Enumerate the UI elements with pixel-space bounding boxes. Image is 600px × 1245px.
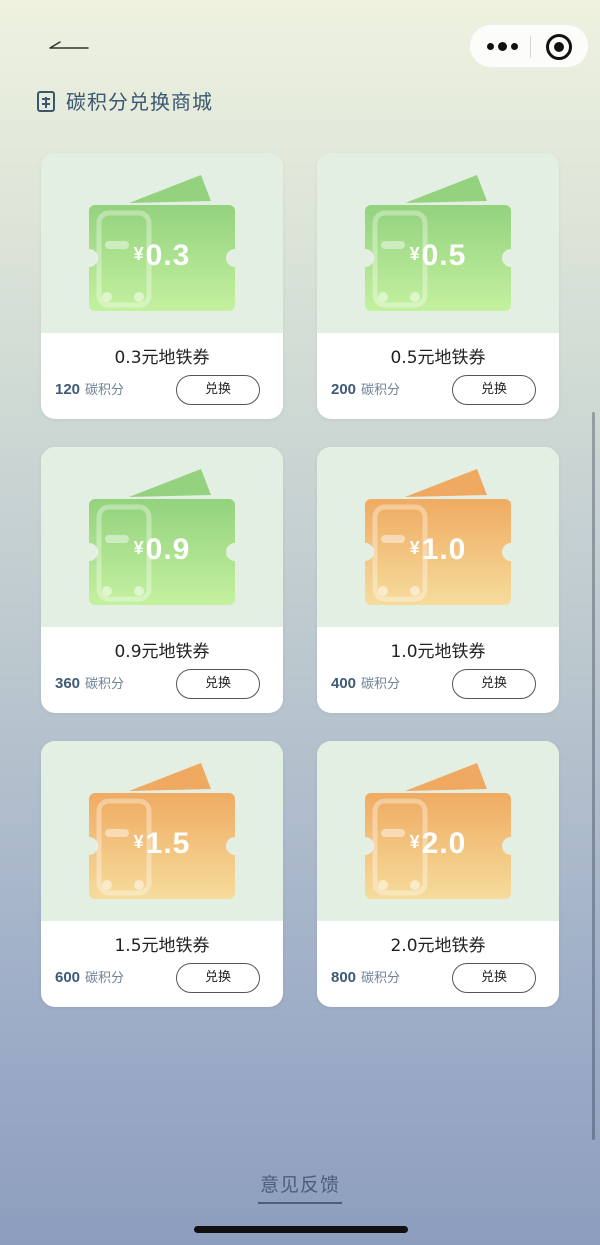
feedback-link[interactable]: 意见反馈 [257,1170,342,1204]
ticket-illustration: ¥1.5 [41,741,283,921]
product-card[interactable]: ¥0.9 0.9元地铁券 360 碳积分 兑换 [41,447,283,713]
points-cost: 200 碳积分 [331,381,401,398]
ticket-illustration: ¥0.5 [317,153,559,333]
points-cost: 600 碳积分 [55,969,125,986]
ticket-illustration: ¥2.0 [317,741,559,921]
back-arrow-icon [49,41,89,49]
exchange-button[interactable]: 兑换 [452,669,536,699]
feedback-area: 意见反馈 [0,1170,600,1204]
ticket-amount: ¥2.0 [409,827,467,860]
back-button[interactable] [44,30,96,64]
ticket-amount: ¥0.5 [409,239,467,272]
product-name: 1.5元地铁券 [114,936,210,956]
exchange-button[interactable]: 兑换 [176,963,260,993]
product-name: 0.5元地铁券 [390,348,486,368]
page-header: 碳积分兑换商城 [36,86,213,115]
ticket-amount: ¥0.9 [133,533,191,566]
scrollbar[interactable] [592,412,595,1140]
more-dots-icon [487,42,518,51]
capsule-menu [469,24,589,68]
exchange-button[interactable]: 兑换 [176,669,260,699]
ticket-amount: ¥1.5 [133,827,191,860]
ticket-amount: ¥1.0 [409,533,467,566]
product-card[interactable]: ¥0.5 0.5元地铁券 200 碳积分 兑换 [317,153,559,419]
points-cost: 360 碳积分 [55,675,125,692]
exchange-button[interactable]: 兑换 [452,375,536,405]
product-name: 1.0元地铁券 [390,642,486,662]
home-indicator[interactable] [194,1226,408,1233]
target-close-icon [546,34,572,60]
product-card[interactable]: ¥0.3 0.3元地铁券 120 碳积分 兑换 [41,153,283,419]
product-name: 2.0元地铁券 [390,936,486,956]
points-cost: 400 碳积分 [331,675,401,692]
ticket-amount: ¥0.3 [133,239,191,272]
close-button[interactable] [530,25,590,69]
points-cost: 120 碳积分 [55,381,125,398]
product-card[interactable]: ¥1.0 1.0元地铁券 400 碳积分 兑换 [317,447,559,713]
product-name: 0.9元地铁券 [114,642,210,662]
ticket-illustration: ¥1.0 [317,447,559,627]
receipt-icon [37,90,55,112]
exchange-button[interactable]: 兑换 [176,375,260,405]
product-card[interactable]: ¥1.5 1.5元地铁券 600 碳积分 兑换 [41,741,283,1007]
product-card[interactable]: ¥2.0 2.0元地铁券 800 碳积分 兑换 [317,741,559,1007]
ticket-illustration: ¥0.9 [41,447,283,627]
exchange-button[interactable]: 兑换 [452,963,536,993]
page-title: 碳积分兑换商城 [66,90,213,114]
ticket-illustration: ¥0.3 [41,153,283,333]
points-cost: 800 碳积分 [331,969,401,986]
more-button[interactable] [470,25,530,69]
product-name: 0.3元地铁券 [114,348,210,368]
